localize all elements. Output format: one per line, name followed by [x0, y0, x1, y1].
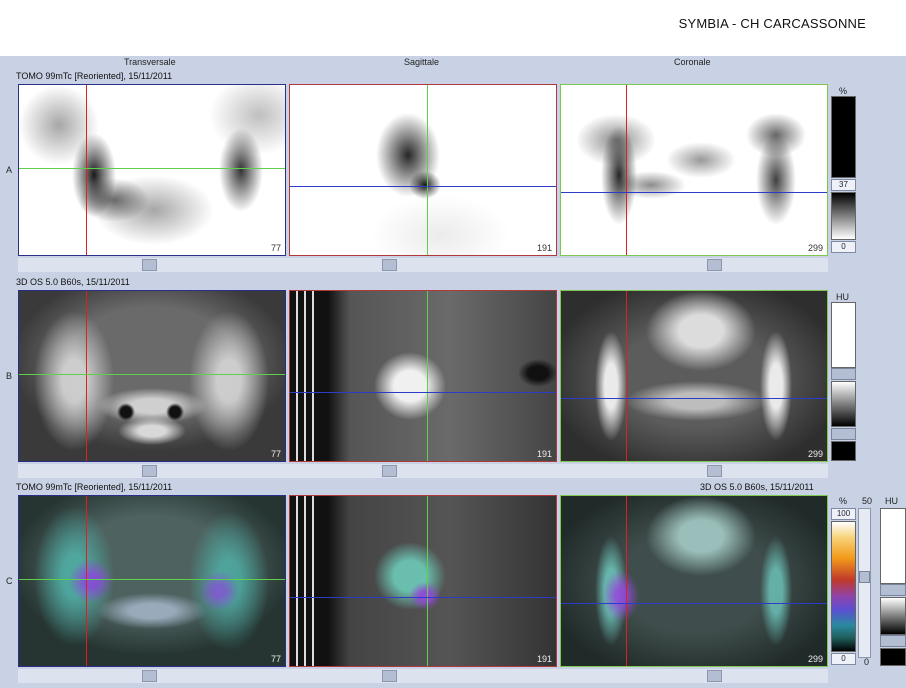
- row-a-window-max[interactable]: 37: [831, 179, 856, 191]
- coronal-slice-slider[interactable]: [707, 259, 722, 271]
- row-b-window-upper-handle[interactable]: [831, 368, 856, 380]
- crosshair-vertical[interactable]: [427, 291, 428, 461]
- crosshair-horizontal[interactable]: [561, 603, 827, 604]
- pane-b-transverse[interactable]: 77: [18, 290, 286, 462]
- pane-c-sagittal[interactable]: 191: [289, 495, 557, 667]
- row-b-color-scale-lower[interactable]: [831, 381, 856, 427]
- crosshair-vertical[interactable]: [427, 85, 428, 255]
- crosshair-vertical[interactable]: [86, 85, 87, 255]
- crosshair-vertical[interactable]: [626, 291, 627, 461]
- row-a-color-scale-upper[interactable]: [831, 96, 856, 178]
- row-c-slice-strip: [18, 669, 828, 683]
- column-header-sagittal: Sagittale: [404, 57, 440, 67]
- app-header: SYMBIA - CH CARCASSONNE: [0, 0, 906, 56]
- row-b-scale-unit: HU: [836, 292, 849, 302]
- row-a-label: A: [6, 165, 13, 175]
- crosshair-horizontal[interactable]: [19, 168, 285, 169]
- crosshair-horizontal[interactable]: [561, 398, 827, 399]
- transverse-slice-slider[interactable]: [142, 465, 157, 477]
- crosshair-vertical[interactable]: [86, 291, 87, 461]
- row-b-color-scale-upper[interactable]: [831, 302, 856, 368]
- row-c-ct-color-scale-upper[interactable]: [880, 508, 906, 584]
- column-header-coronal: Coronale: [674, 57, 711, 67]
- row-c-ct-window-lower-handle[interactable]: [880, 635, 906, 647]
- slice-number: 77: [270, 449, 281, 459]
- sagittal-slice-slider[interactable]: [382, 465, 397, 477]
- pane-a-sagittal[interactable]: 191: [289, 84, 557, 256]
- row-c-caption-left: TOMO 99mTc [Reoriented], 15/11/2011: [16, 482, 173, 492]
- crosshair-horizontal[interactable]: [290, 392, 556, 393]
- crosshair-vertical[interactable]: [427, 496, 428, 666]
- row-c-pet-scale-unit: %: [839, 496, 848, 506]
- row-a-window-min[interactable]: 0: [831, 241, 856, 253]
- row-c-ct-color-scale-bottom[interactable]: [880, 648, 906, 666]
- slice-number: 77: [270, 243, 281, 253]
- slice-number: 299: [807, 654, 823, 664]
- row-c-ct-color-scale-lower[interactable]: [880, 597, 906, 635]
- row-b-slice-strip: [18, 464, 828, 478]
- crosshair-horizontal[interactable]: [19, 374, 285, 375]
- coronal-slice-slider[interactable]: [707, 670, 722, 682]
- row-b-caption: 3D OS 5.0 B60s, 15/11/2011: [16, 277, 130, 287]
- crosshair-horizontal[interactable]: [290, 186, 556, 187]
- row-a-scale-unit: %: [839, 86, 848, 96]
- row-b-window-lower-handle[interactable]: [831, 428, 856, 440]
- column-header-transverse: Transversale: [124, 57, 176, 67]
- transverse-slice-slider[interactable]: [142, 670, 157, 682]
- row-b-color-scale-bottom[interactable]: [831, 441, 856, 461]
- blend-slider-track[interactable]: [858, 508, 871, 658]
- crosshair-horizontal[interactable]: [19, 579, 285, 580]
- blend-min-label: 0: [864, 657, 870, 667]
- slice-number: 299: [807, 449, 823, 459]
- row-c-label: C: [6, 576, 13, 586]
- row-c-pet-color-scale[interactable]: [831, 521, 856, 652]
- sagittal-slice-slider[interactable]: [382, 259, 397, 271]
- crosshair-vertical[interactable]: [626, 85, 627, 255]
- slice-number: 191: [536, 654, 552, 664]
- row-c-pet-window-max[interactable]: 100: [831, 508, 856, 520]
- row-a-caption: TOMO 99mTc [Reoriented], 15/11/2011: [16, 71, 173, 81]
- crosshair-vertical[interactable]: [86, 496, 87, 666]
- sagittal-slice-slider[interactable]: [382, 670, 397, 682]
- pane-a-coronal[interactable]: 299: [560, 84, 828, 256]
- blend-max-label: 50: [862, 496, 873, 506]
- pane-b-sagittal[interactable]: 191: [289, 290, 557, 462]
- pane-a-transverse[interactable]: 77: [18, 84, 286, 256]
- blend-slider-handle[interactable]: [859, 571, 870, 583]
- row-b-label: B: [6, 371, 13, 381]
- pane-c-coronal[interactable]: 299: [560, 495, 828, 667]
- row-c-ct-scale-unit: HU: [885, 496, 898, 506]
- coronal-slice-slider[interactable]: [707, 465, 722, 477]
- crosshair-horizontal[interactable]: [561, 192, 827, 193]
- transverse-slice-slider[interactable]: [142, 259, 157, 271]
- crosshair-horizontal[interactable]: [290, 597, 556, 598]
- slice-number: 77: [270, 654, 281, 664]
- pane-c-transverse[interactable]: 77: [18, 495, 286, 667]
- row-a-color-scale-lower[interactable]: [831, 192, 856, 240]
- row-c-ct-window-upper-handle[interactable]: [880, 584, 906, 596]
- pane-b-coronal[interactable]: 299: [560, 290, 828, 462]
- crosshair-vertical[interactable]: [626, 496, 627, 666]
- row-c-pet-window-min[interactable]: 0: [831, 653, 856, 665]
- slice-number: 191: [536, 449, 552, 459]
- slice-number: 191: [536, 243, 552, 253]
- site-title: SYMBIA - CH CARCASSONNE: [678, 16, 866, 31]
- slice-number: 299: [807, 243, 823, 253]
- row-c-caption-right: 3D OS 5.0 B60s, 15/11/2011: [700, 482, 814, 492]
- row-a-slice-strip: [18, 258, 828, 272]
